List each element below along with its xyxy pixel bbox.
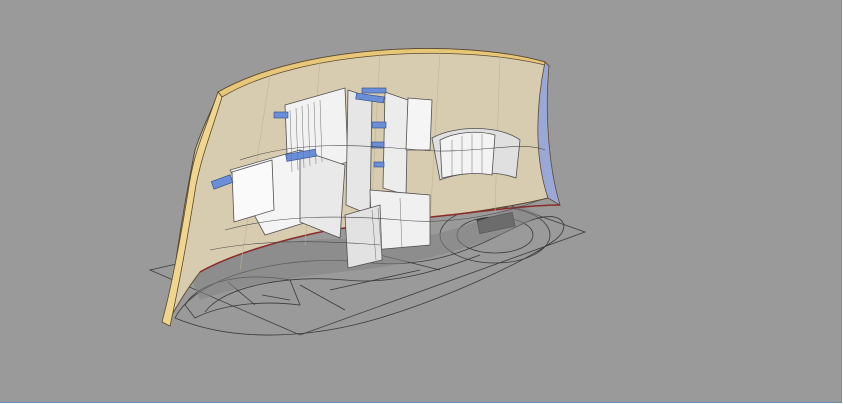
panel-upper-right: [382, 91, 409, 196]
curved-room-front: [439, 131, 496, 179]
panel-right-tall: [405, 97, 433, 151]
panel-upper-mid: [345, 89, 373, 216]
architectural-model[interactable]: [0, 0, 841, 402]
3d-viewport[interactable]: [0, 0, 842, 403]
panel-center-slab: [344, 204, 383, 269]
panel-mid-block: [299, 149, 346, 239]
